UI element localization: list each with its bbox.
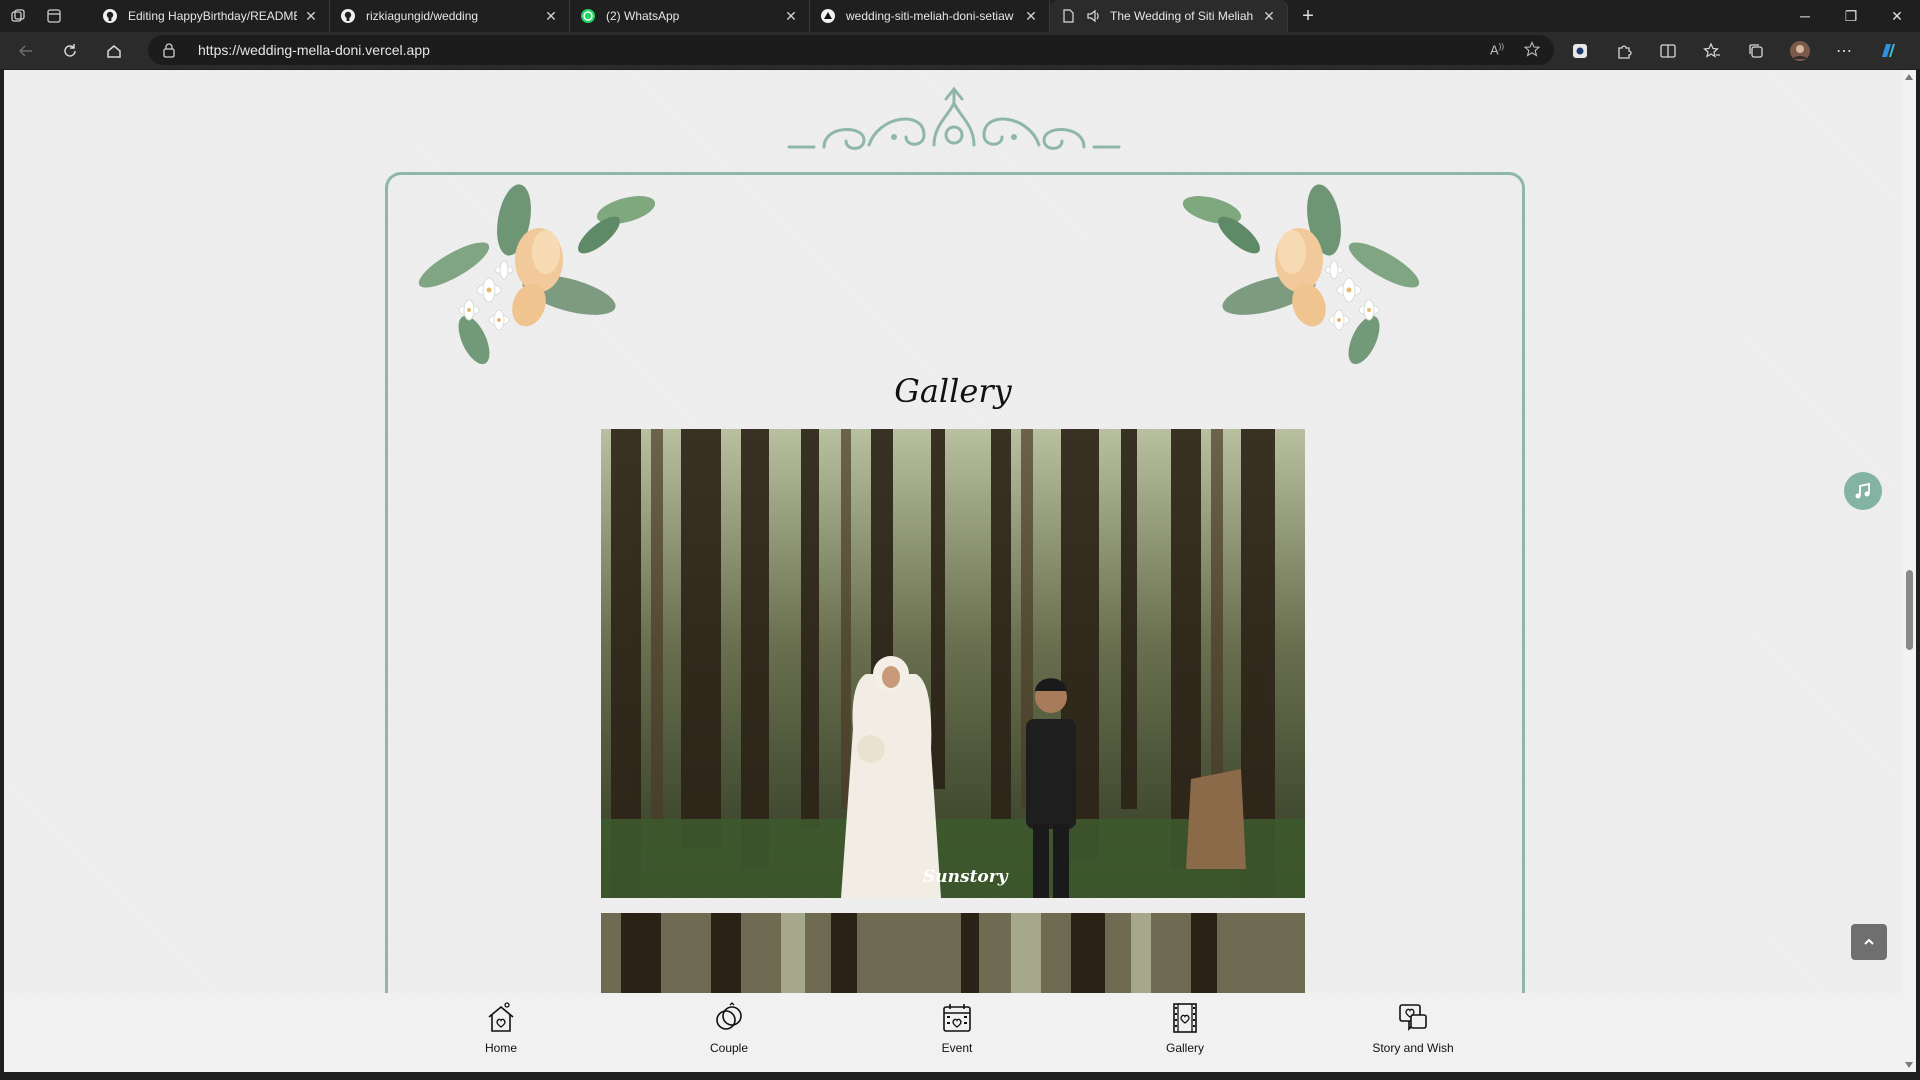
favorite-star-icon[interactable] bbox=[1523, 40, 1541, 60]
calendar-icon bbox=[943, 1004, 971, 1032]
photo-watermark: Sunstory bbox=[923, 867, 1008, 887]
toolbar-right: ⋯ bbox=[1558, 32, 1910, 69]
whatsapp-icon bbox=[580, 8, 596, 24]
bottom-navigation: Home Couple Event Gallery Story and Wish bbox=[4, 993, 1902, 1072]
tab-wedding-siti-meliah[interactable]: The Wedding of Siti Meliah ✕ bbox=[1050, 0, 1288, 32]
nav-item-event[interactable]: Event bbox=[877, 1001, 1037, 1063]
browser-toolbar: https://wedding-mella-doni.vercel.app A)… bbox=[0, 32, 1920, 69]
tab-strip: Editing HappyBirthday/README ✕ rizkiagun… bbox=[0, 0, 1920, 32]
more-options-icon[interactable]: ⋯ bbox=[1822, 35, 1866, 67]
nav-item-home[interactable]: Home bbox=[421, 1001, 581, 1063]
tab-label: rizkiagungid/wedding bbox=[366, 9, 479, 23]
favorites-icon[interactable] bbox=[1690, 35, 1734, 67]
gallery-photo[interactable] bbox=[601, 913, 1305, 993]
read-aloud-icon[interactable]: A)) bbox=[1490, 42, 1504, 57]
url-text[interactable]: https://wedding-mella-doni.vercel.app bbox=[198, 42, 430, 58]
tab-label: The Wedding of Siti Meliah bbox=[1110, 9, 1254, 23]
extensions-puzzle-icon[interactable] bbox=[1602, 35, 1646, 67]
lock-icon[interactable] bbox=[162, 42, 182, 58]
new-tab-button[interactable]: + bbox=[1292, 0, 1324, 32]
film-heart-icon bbox=[1173, 1003, 1197, 1033]
minimize-icon[interactable]: ─ bbox=[1782, 0, 1828, 32]
ornament-divider bbox=[787, 86, 1121, 150]
split-screen-icon[interactable] bbox=[1646, 35, 1690, 67]
close-icon[interactable]: ✕ bbox=[783, 8, 799, 24]
close-icon[interactable]: ✕ bbox=[303, 8, 319, 24]
floral-decoration-left bbox=[418, 184, 656, 365]
workspaces-icon[interactable] bbox=[0, 0, 36, 32]
tab-editing-readme[interactable]: Editing HappyBirthday/README ✕ bbox=[92, 0, 330, 32]
github-icon bbox=[102, 8, 118, 24]
nav-item-couple[interactable]: Couple bbox=[649, 1001, 809, 1063]
nav-label: Event bbox=[941, 1041, 973, 1055]
nav-label: Couple bbox=[709, 1041, 749, 1055]
back-arrow-icon[interactable] bbox=[8, 35, 44, 67]
collections-icon[interactable] bbox=[1734, 35, 1778, 67]
floral-decoration-right bbox=[1182, 184, 1420, 365]
github-icon bbox=[340, 8, 356, 24]
extension-icon[interactable] bbox=[1558, 35, 1602, 67]
close-icon[interactable]: ✕ bbox=[543, 8, 559, 24]
close-window-icon[interactable]: ✕ bbox=[1874, 0, 1920, 32]
rings-icon bbox=[716, 1002, 742, 1030]
nav-label: Story and Wish bbox=[1372, 1041, 1454, 1055]
refresh-icon[interactable] bbox=[52, 35, 88, 67]
scrollbar-thumb[interactable] bbox=[1906, 570, 1913, 650]
page-viewport: Gallery Sunstory Home Couple Event Galle… bbox=[4, 70, 1902, 1072]
close-icon[interactable]: ✕ bbox=[1261, 8, 1277, 24]
tab-vercel[interactable]: wedding-siti-meliah-doni-setiaw ✕ bbox=[810, 0, 1050, 32]
close-icon[interactable]: ✕ bbox=[1023, 8, 1039, 24]
page-icon bbox=[1060, 8, 1076, 24]
music-toggle-button[interactable] bbox=[1844, 472, 1882, 510]
address-bar[interactable]: https://wedding-mella-doni.vercel.app A)… bbox=[148, 35, 1554, 65]
restore-icon[interactable]: ❐ bbox=[1828, 0, 1874, 32]
gallery-photo[interactable]: Sunstory bbox=[601, 429, 1305, 898]
speaker-icon[interactable] bbox=[1086, 8, 1102, 24]
nav-item-gallery[interactable]: Gallery bbox=[1105, 1001, 1265, 1063]
tab-whatsapp[interactable]: (2) WhatsApp ✕ bbox=[570, 0, 810, 32]
nav-item-story-and-wish[interactable]: Story and Wish bbox=[1333, 1001, 1493, 1063]
tab-actions-icon[interactable] bbox=[36, 0, 72, 32]
tab-label: wedding-siti-meliah-doni-setiaw bbox=[846, 9, 1014, 23]
nav-label: Gallery bbox=[1165, 1041, 1204, 1055]
scroll-up-arrow-icon[interactable] bbox=[1905, 74, 1913, 80]
tab-label: (2) WhatsApp bbox=[606, 9, 680, 23]
nav-label: Home bbox=[484, 1041, 517, 1055]
page-scrollbar[interactable] bbox=[1902, 70, 1916, 1072]
scroll-to-top-button[interactable] bbox=[1851, 924, 1887, 960]
vercel-icon bbox=[820, 8, 836, 24]
home-icon[interactable] bbox=[96, 35, 132, 67]
tab-wedding-repo[interactable]: rizkiagungid/wedding ✕ bbox=[330, 0, 570, 32]
window-controls: ─ ❐ ✕ bbox=[1782, 0, 1920, 32]
copilot-icon[interactable] bbox=[1866, 35, 1910, 67]
home-icon bbox=[488, 1002, 514, 1032]
chat-heart-icon bbox=[1399, 1004, 1427, 1031]
music-note-icon bbox=[1855, 482, 1870, 499]
section-title: Gallery bbox=[894, 372, 1012, 410]
window-bottom-edge bbox=[0, 1072, 1920, 1080]
chevron-up-icon bbox=[1864, 938, 1874, 945]
scroll-down-arrow-icon[interactable] bbox=[1905, 1062, 1913, 1068]
profile-avatar[interactable] bbox=[1778, 35, 1822, 67]
tab-label: Editing HappyBirthday/README bbox=[128, 9, 297, 23]
